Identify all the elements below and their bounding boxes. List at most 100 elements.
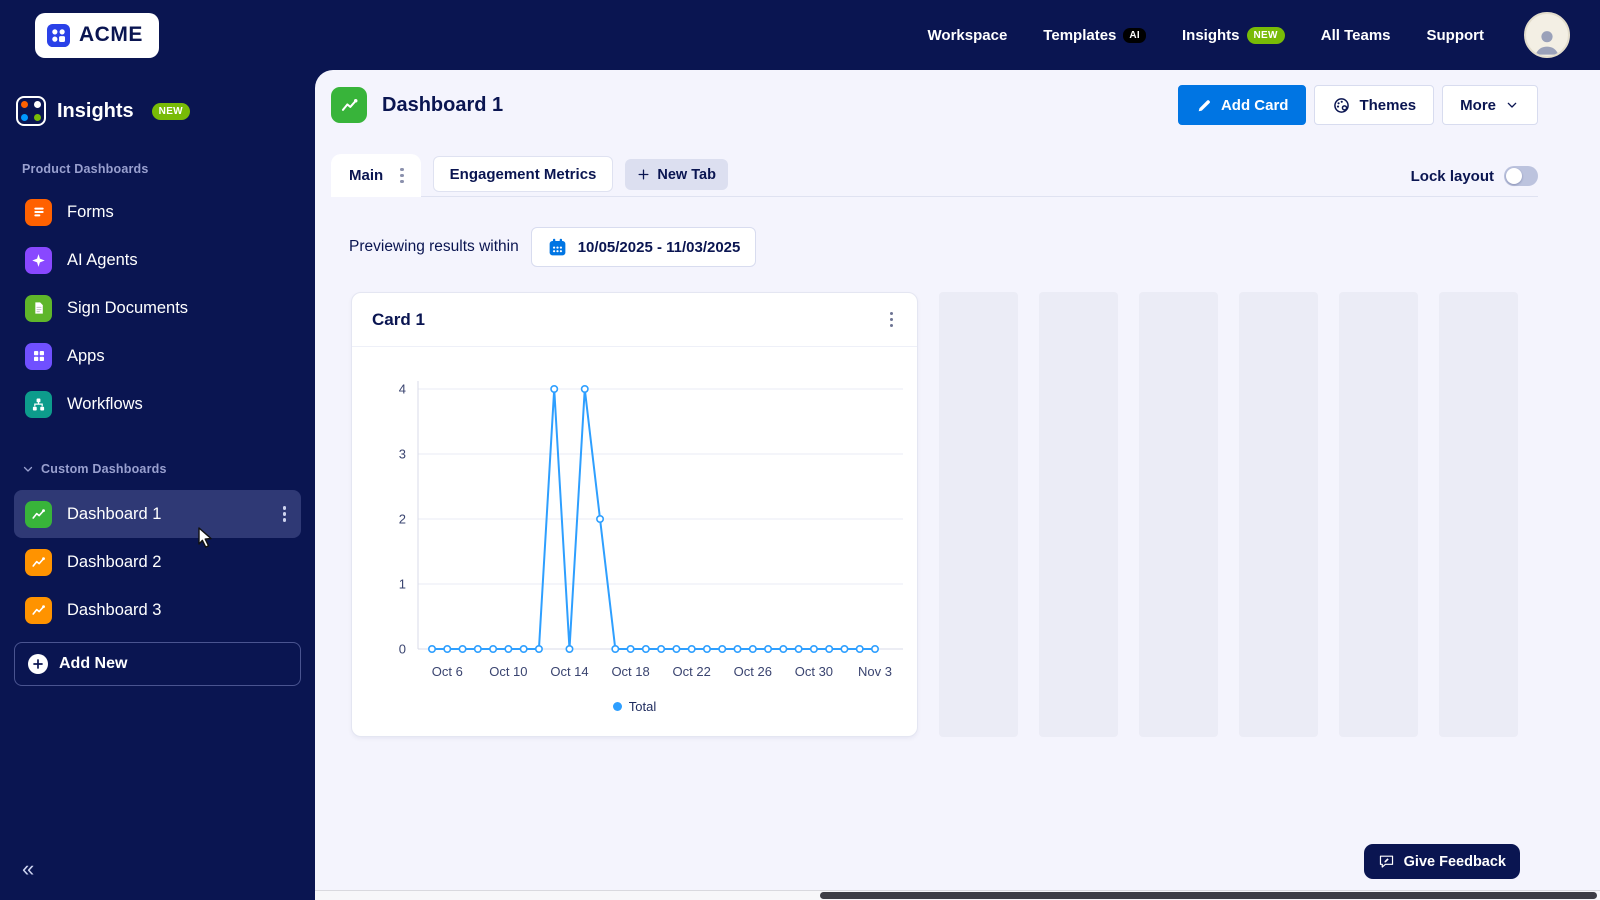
forms-icon — [25, 198, 52, 226]
brand-logo-icon — [47, 23, 70, 47]
themes-button[interactable]: Themes — [1314, 85, 1435, 125]
sidebar-item-label: Forms — [67, 202, 114, 221]
card-chart: 0 1 2 3 4 Oct 6 Oct 10 Oct 14 Oct 18 Oct 22 Oct 26… — [399, 381, 903, 679]
nav-workspace-label: Workspace — [927, 26, 1008, 44]
legend-dot — [612, 702, 622, 711]
calendar-icon — [549, 238, 566, 255]
apps-icon — [25, 342, 52, 370]
svg-text:0: 0 — [399, 642, 406, 657]
lock-layout-control: Lock layout — [1411, 166, 1538, 186]
sidebar-item-forms[interactable]: Forms — [0, 188, 315, 236]
workflows-icon — [25, 390, 52, 418]
toggle-knob — [1506, 168, 1522, 184]
card-kebab-menu[interactable] — [886, 308, 898, 332]
chevron-down-icon — [23, 466, 33, 472]
dashboard-icon — [25, 500, 52, 528]
dashboard-icon — [25, 548, 52, 576]
new-tab-button[interactable]: New Tab — [625, 159, 728, 190]
brand-name: ACME — [79, 23, 143, 46]
grid-placeholder-column — [939, 292, 1018, 737]
nav-insights-label: Insights — [1182, 26, 1240, 44]
date-range-picker[interactable]: 10/05/2025 - 11/03/2025 — [530, 227, 757, 267]
section-custom-dashboards[interactable]: Custom Dashboards — [0, 462, 315, 476]
grid-placeholder-column — [1139, 292, 1218, 737]
date-range-value: 10/05/2025 - 11/03/2025 — [577, 238, 741, 256]
sidebar-item-dashboard-3[interactable]: Dashboard 3 — [14, 586, 301, 634]
palette-icon — [1334, 97, 1350, 113]
new-badge: NEW — [1246, 26, 1285, 44]
svg-text:Oct 18: Oct 18 — [611, 664, 649, 679]
sidebar-item-apps[interactable]: Apps — [0, 332, 315, 380]
section-custom-dashboards-label: Custom Dashboards — [41, 462, 167, 476]
svg-text:1: 1 — [399, 577, 406, 592]
sidebar-item-label: Dashboard 3 — [67, 600, 162, 619]
dashboard-card: Card 1 0 1 2 3 4 Oct 6 Oct 10 Oct 14 Oct 18 Oct 2… — [351, 292, 918, 737]
sidebar-new-badge: NEW — [151, 102, 190, 120]
section-product-dashboards: Product Dashboards — [22, 162, 149, 176]
grid-placeholder-column — [1339, 292, 1418, 737]
header-actions: Add Card Themes More — [1177, 85, 1538, 125]
horizontal-scrollbar-thumb[interactable] — [820, 892, 1597, 899]
sidebar-item-sign-documents[interactable]: Sign Documents — [0, 284, 315, 332]
lock-layout-toggle[interactable] — [1504, 166, 1538, 186]
nav-support-label: Support — [1426, 26, 1485, 44]
svg-text:3: 3 — [399, 447, 406, 462]
new-tab-label: New Tab — [657, 166, 716, 183]
preview-range-label: Previewing results within — [349, 238, 519, 255]
more-button[interactable]: More — [1442, 85, 1538, 125]
sidebar-item-ai-agents[interactable]: AI Agents — [0, 236, 315, 284]
nav-all-teams[interactable]: All Teams — [1321, 27, 1391, 44]
add-card-label: Add Card — [1220, 96, 1289, 114]
sidebar-product[interactable]: Insights NEW — [0, 70, 315, 126]
preview-range-row: Previewing results within 10/05/2025 - 1… — [349, 227, 757, 267]
pen-icon — [1198, 99, 1210, 111]
give-feedback-button[interactable]: Give Feedback — [1363, 844, 1520, 879]
give-feedback-label: Give Feedback — [1403, 853, 1506, 870]
tab-main[interactable]: Main — [331, 154, 421, 197]
svg-text:Oct 30: Oct 30 — [795, 664, 833, 679]
card-header: Card 1 — [352, 293, 917, 347]
svg-text:Oct 6: Oct 6 — [432, 664, 463, 679]
sidebar-item-label: Dashboard 1 — [67, 504, 162, 523]
nav-templates[interactable]: Templates AI — [1043, 27, 1146, 44]
add-new-label: Add New — [59, 655, 128, 672]
tabs-bar: Main Engagement Metrics New Tab Lock lay… — [331, 154, 1538, 197]
ai-agents-icon — [25, 246, 52, 274]
page-title: Dashboard 1 — [382, 93, 504, 116]
sidebar-item-dashboard-2[interactable]: Dashboard 2 — [14, 538, 301, 586]
nav-insights[interactable]: Insights NEW — [1182, 26, 1285, 44]
themes-label: Themes — [1359, 96, 1417, 114]
dashboard-header-icon — [331, 87, 367, 123]
avatar[interactable] — [1524, 12, 1570, 58]
sidebar-item-label: Workflows — [67, 394, 143, 413]
dashboard-kebab-menu[interactable] — [279, 502, 291, 526]
brand-logo[interactable]: ACME — [35, 12, 159, 58]
user-icon — [1535, 31, 1559, 55]
sidebar-item-dashboard-1[interactable]: Dashboard 1 — [14, 490, 301, 538]
sidebar-collapse-button[interactable]: « — [22, 856, 34, 882]
tab-engagement-metrics[interactable]: Engagement Metrics — [432, 156, 614, 192]
sidebar-item-label: AI Agents — [67, 250, 138, 269]
plus-icon — [638, 169, 649, 180]
tab-kebab-menu[interactable] — [396, 164, 408, 188]
nav-workspace[interactable]: Workspace — [928, 27, 1008, 44]
insights-logo-icon — [16, 96, 46, 126]
sidebar-menu: Forms AI Agents Sign Documents Apps Work… — [0, 188, 315, 428]
tab-main-label: Main — [349, 167, 384, 184]
nav-support[interactable]: Support — [1427, 27, 1485, 44]
sidebar-item-label: Sign Documents — [67, 298, 189, 317]
dashboard-icon — [25, 596, 52, 624]
topbar: ACME Workspace Templates AI Insights NEW A… — [0, 0, 1600, 70]
grid-placeholder-column — [1439, 292, 1518, 737]
sidebar-item-workflows[interactable]: Workflows — [0, 380, 315, 428]
sidebar-item-label: Dashboard 2 — [67, 552, 162, 571]
add-card-button[interactable]: Add Card — [1177, 85, 1307, 125]
grid-placeholder-column — [1239, 292, 1318, 737]
sidebar-item-label: Apps — [67, 346, 105, 365]
svg-text:Oct 10: Oct 10 — [489, 664, 527, 679]
svg-text:Nov 3: Nov 3 — [858, 664, 892, 679]
svg-text:Oct 14: Oct 14 — [550, 664, 588, 679]
svg-text:Oct 26: Oct 26 — [734, 664, 772, 679]
add-new-button[interactable]: Add New — [14, 642, 301, 686]
nav-templates-label: Templates — [1043, 26, 1117, 44]
